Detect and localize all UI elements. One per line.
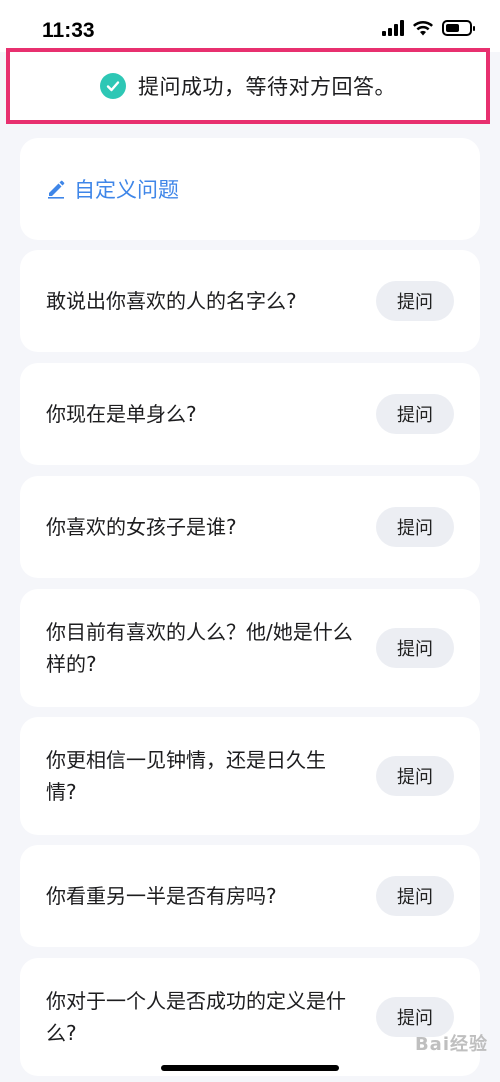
ask-button[interactable]: 提问 bbox=[376, 628, 454, 668]
question-card: 你对于一个人是否成功的定义是什么? 提问 bbox=[20, 958, 480, 1076]
home-indicator[interactable] bbox=[161, 1065, 339, 1071]
question-text: 敢说出你喜欢的人的名字么? bbox=[46, 289, 297, 313]
success-toast: 提问成功，等待对方回答。 bbox=[6, 48, 490, 124]
question-card: 你更相信一见钟情，还是日久生情? 提问 bbox=[20, 717, 480, 835]
question-card: 你看重另一半是否有房吗? 提问 bbox=[20, 845, 480, 947]
status-time: 11:33 bbox=[42, 19, 95, 42]
cellular-signal-icon bbox=[382, 20, 404, 36]
ask-button[interactable]: 提问 bbox=[376, 507, 454, 547]
status-icons bbox=[382, 20, 475, 36]
ask-button[interactable]: 提问 bbox=[376, 876, 454, 916]
question-card: 敢说出你喜欢的人的名字么? 提问 bbox=[20, 250, 480, 352]
question-card: 你现在是单身么? 提问 bbox=[20, 363, 480, 465]
question-text: 你更相信一见钟情，还是日久生情? bbox=[46, 748, 326, 804]
wifi-icon bbox=[413, 21, 433, 36]
question-text: 你目前有喜欢的人么？他/她是什么样的? bbox=[46, 620, 353, 676]
watermark: Bai经验 bbox=[414, 1034, 488, 1055]
custom-question-label: 自定义问题 bbox=[74, 178, 179, 202]
ask-button[interactable]: 提问 bbox=[376, 281, 454, 321]
question-text: 你喜欢的女孩子是谁? bbox=[46, 515, 237, 539]
question-text: 你看重另一半是否有房吗? bbox=[46, 884, 277, 908]
ask-button[interactable]: 提问 bbox=[376, 394, 454, 434]
status-bar: 11:33 bbox=[0, 0, 500, 52]
ask-button[interactable]: 提问 bbox=[376, 756, 454, 796]
battery-icon bbox=[442, 20, 475, 36]
toast-message: 提问成功，等待对方回答。 bbox=[138, 75, 396, 99]
custom-question-button[interactable]: 自定义问题 bbox=[20, 138, 480, 240]
check-circle-icon bbox=[100, 73, 126, 99]
question-card: 你喜欢的女孩子是谁? 提问 bbox=[20, 476, 480, 578]
question-card: 你目前有喜欢的人么？他/她是什么样的? 提问 bbox=[20, 589, 480, 707]
pencil-icon bbox=[48, 180, 65, 199]
question-text: 你现在是单身么? bbox=[46, 402, 197, 426]
question-text: 你对于一个人是否成功的定义是什么? bbox=[46, 989, 346, 1045]
